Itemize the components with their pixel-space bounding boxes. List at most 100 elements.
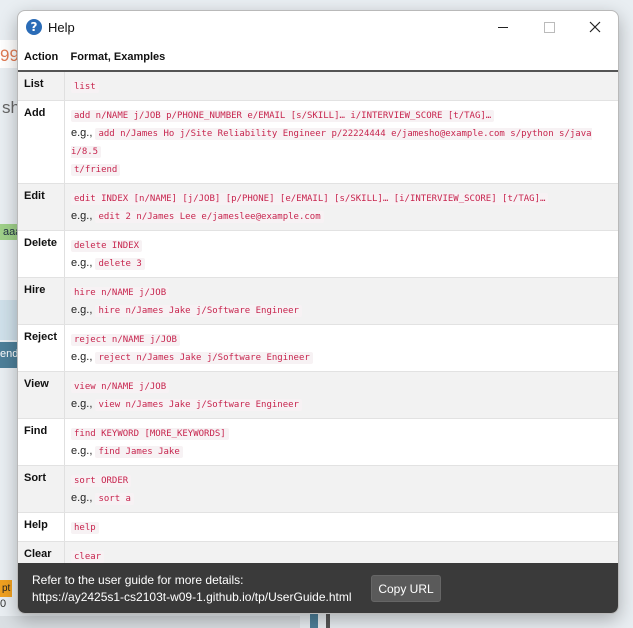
table-row: Find find KEYWORD [MORE_KEYWORDS] e.g., fi…: [18, 418, 618, 466]
example-line: e.g., sort a: [71, 490, 614, 508]
command-example: hire n/James Jake j/Software Engineer: [95, 305, 302, 317]
example-line: e.g., hire n/James Jake j/Software Engin…: [71, 302, 614, 320]
background-text-fragment: 0: [0, 598, 7, 610]
action-cell: Find: [18, 418, 65, 466]
example-line: e.g., find James Jake: [71, 443, 614, 461]
format-line: add n/NAME j/JOB p/PHONE_NUMBER e/EMAIL …: [71, 107, 614, 125]
format-line: help: [71, 519, 614, 537]
command-format: view n/NAME j/JOB: [71, 381, 170, 393]
format-cell: help: [64, 512, 618, 542]
command-example: sort a: [95, 493, 134, 505]
format-cell: delete INDEX e.g., delete 3: [64, 230, 618, 278]
command-format: edit INDEX [n/NAME] [j/JOB] [p/PHONE] [e…: [71, 193, 549, 205]
window-title: Help: [48, 19, 75, 35]
example-line: e.g., view n/James Jake j/Software Engin…: [71, 396, 614, 414]
example-prefix: e.g.,: [71, 351, 93, 363]
table-row: Delete delete INDEX e.g., delete 3: [18, 230, 618, 278]
command-example: find James Jake: [95, 446, 183, 458]
column-header-format: Format, Examples: [64, 43, 618, 72]
format-cell: hire n/NAME j/JOB e.g., hire n/James Jake…: [64, 277, 618, 325]
example-line: e.g., reject n/James Jake j/Software Eng…: [71, 349, 614, 367]
command-example: add n/James Ho j/Site Reliability Engine…: [71, 128, 592, 158]
maximize-icon: [543, 21, 555, 33]
format-line: list: [71, 78, 614, 96]
example-line: t/friend: [71, 161, 614, 179]
background-panel: [326, 612, 330, 628]
command-format: reject n/NAME j/JOB: [71, 334, 180, 346]
action-cell: Hire: [18, 277, 65, 325]
table-row: View view n/NAME j/JOB e.g., view n/James …: [18, 371, 618, 419]
user-guide-url: https://ay2425s1-cs2103t-w09-1.github.io…: [32, 590, 352, 604]
table-row: Edit edit INDEX [n/NAME] [j/JOB] [p/PHONE…: [18, 183, 618, 231]
command-table: Action Format, Examples List list Add add n…: [18, 43, 618, 600]
background-label-fragment: end: [0, 342, 18, 368]
action-cell: View: [18, 371, 65, 419]
table-row: Reject reject n/NAME j/JOB e.g., reject n/…: [18, 324, 618, 372]
footer: Refer to the user guide for more details…: [18, 563, 618, 613]
command-format: delete INDEX: [71, 240, 143, 252]
background-badge-fragment: pt: [0, 580, 13, 597]
minimize-button[interactable]: [480, 11, 526, 43]
command-format: hire n/NAME j/JOB: [71, 287, 170, 299]
table-row: Sort sort ORDER e.g., sort a: [18, 465, 618, 513]
command-example: reject n/James Jake j/Software Engineer: [95, 352, 313, 364]
close-icon: [589, 21, 601, 33]
command-format: sort ORDER: [71, 475, 132, 487]
format-line: sort ORDER: [71, 472, 614, 490]
column-header-action: Action: [18, 43, 65, 72]
command-format: help: [71, 522, 99, 534]
close-button[interactable]: [572, 11, 618, 43]
command-format: list: [71, 81, 99, 93]
action-cell: Edit: [18, 183, 65, 231]
format-line: view n/NAME j/JOB: [71, 378, 614, 396]
example-prefix: e.g.,: [71, 492, 93, 504]
action-cell: List: [18, 71, 65, 101]
help-window: ? Help Action Format, Examples List list A…: [17, 10, 619, 614]
command-example: edit 2 n/James Lee e/jameslee@example.co…: [95, 211, 324, 223]
command-format: add n/NAME j/JOB p/PHONE_NUMBER e/EMAIL …: [71, 110, 495, 122]
format-line: edit INDEX [n/NAME] [j/JOB] [p/PHONE] [e…: [71, 190, 614, 208]
command-example: view n/James Jake j/Software Engineer: [95, 399, 302, 411]
example-prefix: e.g.,: [71, 398, 93, 410]
background-panel: [0, 616, 300, 628]
example-line: e.g., add n/James Ho j/Site Reliability …: [71, 125, 614, 161]
example-line: e.g., edit 2 n/James Lee e/jameslee@exam…: [71, 208, 614, 226]
footer-text: Refer to the user guide for more details…: [32, 572, 352, 606]
command-example: delete 3: [95, 258, 145, 270]
format-cell: edit INDEX [n/NAME] [j/JOB] [p/PHONE] [e…: [64, 183, 618, 231]
table-row: List list: [18, 71, 618, 101]
example-prefix: e.g.,: [71, 304, 93, 316]
action-cell: Add: [18, 100, 65, 184]
example-prefix: e.g.,: [71, 210, 93, 222]
help-icon: ?: [26, 19, 42, 35]
format-cell: add n/NAME j/JOB p/PHONE_NUMBER e/EMAIL …: [64, 100, 618, 184]
format-cell: view n/NAME j/JOB e.g., view n/James Jake…: [64, 371, 618, 419]
format-line: reject n/NAME j/JOB: [71, 331, 614, 349]
example-prefix: e.g.,: [71, 127, 93, 139]
action-cell: Sort: [18, 465, 65, 513]
title-bar[interactable]: ? Help: [18, 11, 618, 43]
format-line: delete INDEX: [71, 237, 614, 255]
background-panel: [310, 612, 318, 628]
command-format: clear: [71, 551, 105, 563]
action-cell: Delete: [18, 230, 65, 278]
table-row: Add add n/NAME j/JOB p/PHONE_NUMBER e/EMA…: [18, 100, 618, 184]
command-format: find KEYWORD [MORE_KEYWORDS]: [71, 428, 229, 440]
example-prefix: e.g.,: [71, 257, 93, 269]
copy-url-button[interactable]: Copy URL: [371, 575, 441, 602]
table-row: Hire hire n/NAME j/JOB e.g., hire n/James …: [18, 277, 618, 325]
format-cell: sort ORDER e.g., sort a: [64, 465, 618, 513]
maximize-button: [526, 11, 572, 43]
format-cell: find KEYWORD [MORE_KEYWORDS] e.g., find J…: [64, 418, 618, 466]
format-cell: reject n/NAME j/JOB e.g., reject n/James …: [64, 324, 618, 372]
minimize-icon: [498, 26, 508, 28]
example-line: e.g., delete 3: [71, 255, 614, 273]
table-row: Help help: [18, 512, 618, 542]
action-cell: Help: [18, 512, 65, 542]
background-panel: [0, 300, 18, 340]
format-line: hire n/NAME j/JOB: [71, 284, 614, 302]
action-cell: Reject: [18, 324, 65, 372]
format-cell: list: [64, 71, 618, 101]
example-prefix: e.g.,: [71, 445, 93, 457]
format-line: find KEYWORD [MORE_KEYWORDS]: [71, 425, 614, 443]
